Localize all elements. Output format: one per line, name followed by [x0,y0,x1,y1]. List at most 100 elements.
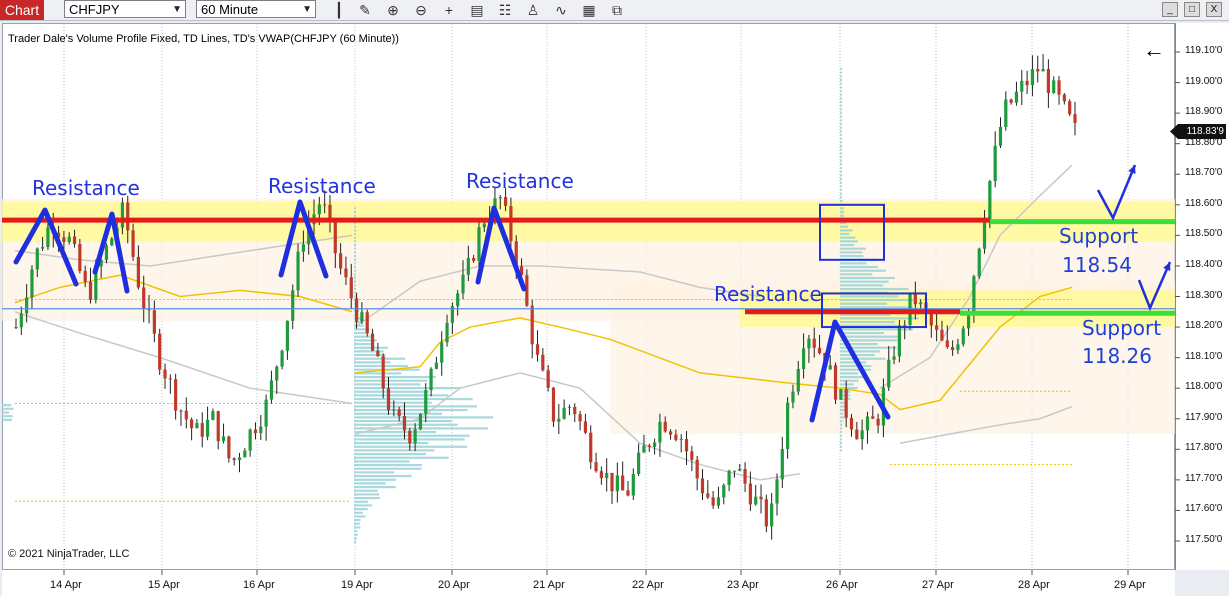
candle-body [1068,101,1072,115]
volume-profile-bar [354,383,421,386]
volume-profile-bar [840,122,842,126]
candle-body [72,236,77,244]
candle-body [301,244,305,252]
candle-body [285,320,290,351]
price-tick-label: 117.90'0 [1185,411,1223,423]
date-tick-label: 26 Apr [826,579,858,591]
candle-body [456,293,460,307]
candle-body [807,338,811,349]
volume-profile-bar [840,196,842,199]
candle-body [397,409,401,416]
volume-profile-bar [840,185,842,188]
back-arrow-icon[interactable]: ← [1143,37,1165,63]
candle-body [179,410,183,412]
volume-profile-bar [354,225,356,228]
volume-profile-bar [840,75,842,78]
volume-profile-bar [840,240,858,243]
volume-profile-bar [354,522,360,525]
date-tick-label: 20 Apr [438,579,470,591]
current-price-marker: 118.83'9 [1170,124,1226,139]
candle-body [775,479,779,504]
volume-profile-bar [354,207,356,210]
candle-body [583,421,588,433]
volume-profile-bar [840,210,845,214]
price-tick-label: 119.10'0 [1185,45,1223,56]
candle-body [743,468,747,484]
candle-body [1030,69,1035,86]
resistance-label-3: Resistance [466,169,574,193]
volume-profile-bar [840,438,842,441]
candle-body [913,294,917,305]
candle-body [929,312,933,326]
candle-body [296,251,300,291]
volume-profile-bar [354,361,391,364]
candle-body [221,436,226,442]
volume-profile-bar [2,418,12,421]
candle-body [801,348,806,369]
volume-profile-bar [354,269,356,272]
volume-profile-bar [840,104,842,107]
candle-body [988,181,992,220]
volume-profile-bar [840,251,863,254]
candle-body [770,503,774,527]
candle-body [25,297,29,314]
volume-profile-bar [840,229,853,232]
candle-body [961,328,965,345]
candle-body [243,450,247,458]
volume-profile-bar [354,214,356,217]
volume-profile-bar [840,445,842,448]
volume-profile-bar [354,537,357,540]
volume-profile-bar [840,353,875,357]
candle-body [35,248,39,270]
volume-profile-bar [840,130,842,133]
volume-profile-bar [354,291,356,294]
volume-profile-bar [354,515,366,518]
volume-profile-bar [354,240,356,243]
candle-body [642,445,646,453]
candle-body [993,145,997,182]
volume-profile-bar [840,126,842,129]
candle-body [110,238,114,246]
candle-body [1009,99,1013,103]
candle-body [637,452,641,474]
candle-body [200,423,204,437]
date-tick-label: 27 Apr [922,579,954,591]
volume-profile-bar [840,199,843,203]
candle-body [136,256,140,288]
candle-body [413,429,417,444]
candle-body [871,416,875,419]
chart-title: Trader Dale's Volume Profile Fixed, TD L… [8,33,399,45]
volume-profile-bar [354,493,380,496]
candle-body [844,389,848,418]
candle-body [817,347,822,354]
candle-body [264,399,268,427]
volume-profile-bar [840,408,846,412]
candle-body [195,423,199,429]
candle-body [679,438,683,440]
candle-body [1025,80,1029,86]
candle-body [951,347,955,351]
candle-body [1046,69,1050,93]
volume-profile-bar [840,78,842,82]
volume-profile-bar [354,489,378,492]
volume-profile-bar [840,368,871,371]
volume-profile-bar [840,383,854,386]
volume-profile-bar [354,463,423,467]
date-tick-label: 16 Apr [243,579,275,591]
candle-body [700,478,705,494]
volume-profile-bar [840,449,842,452]
candle-body [339,253,343,269]
volume-profile-bar [840,357,886,360]
volume-profile-bar [354,408,468,412]
candle-body [759,496,763,500]
candle-body [46,227,50,248]
candle-body [503,197,508,206]
price-tick-label: 118.60'0 [1185,197,1223,209]
volume-profile-bar [354,419,452,423]
volume-profile-bar [354,265,356,269]
support-label-1: Support [1059,224,1139,248]
candle-body [184,410,188,420]
date-tick-label: 15 Apr [148,579,180,591]
volume-profile-bar [354,449,435,452]
date-tick-label: 28 Apr [1018,579,1050,591]
